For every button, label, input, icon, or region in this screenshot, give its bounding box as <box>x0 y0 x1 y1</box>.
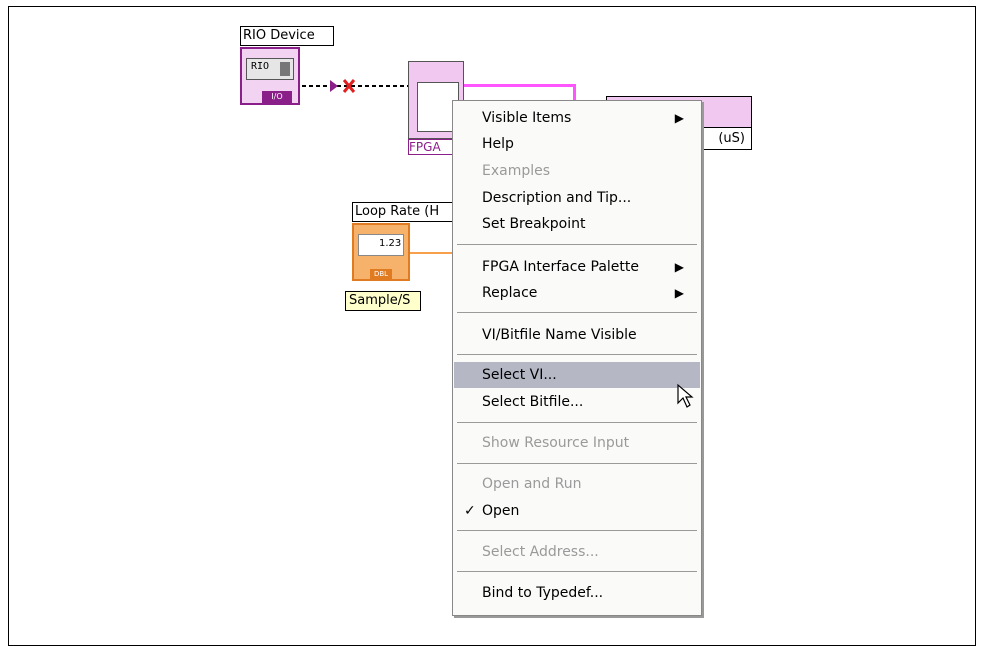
menu-item-label: Open and Run <box>482 476 582 492</box>
wire-arrow-icon <box>330 80 338 92</box>
menu-item-label: Description and Tip... <box>482 190 632 206</box>
menu-item-open[interactable]: ✓ Open <box>454 498 700 524</box>
rio-resource-selector[interactable]: RIO <box>246 58 294 80</box>
rio-control-text: RIO <box>251 61 270 72</box>
menu-item-label: Select VI... <box>482 367 557 383</box>
menu-item-set-breakpoint[interactable]: Set Breakpoint <box>454 211 700 237</box>
menu-item-open-and-run: Open and Run <box>454 471 700 497</box>
menu-item-label: Visible Items <box>482 110 572 126</box>
submenu-arrow-icon: ▶ <box>674 286 684 300</box>
menu-item-label: Replace <box>482 285 538 301</box>
context-menu: Visible Items ▶ Help Examples Descriptio… <box>452 100 702 616</box>
mouse-pointer-icon <box>677 383 694 408</box>
menu-item-select-bitfile[interactable]: Select Bitfile... <box>454 389 700 415</box>
rio-device-label: RIO Device <box>240 26 334 46</box>
menu-item-label: Bind to Typedef... <box>482 585 604 601</box>
menu-item-label: VI/Bitfile Name Visible <box>482 327 637 343</box>
rio-device-control[interactable]: RIO I/O <box>240 47 300 105</box>
menu-item-label: Show Resource Input <box>482 435 630 451</box>
menu-item-label: Set Breakpoint <box>482 216 586 232</box>
menu-item-label: Select Address... <box>482 544 599 560</box>
menu-item-bind-to-typedef[interactable]: Bind to Typedef... <box>454 580 700 606</box>
loop-rate-label: Loop Rate (H <box>352 202 464 222</box>
loop-rate-control[interactable]: 1.23 DBL <box>352 223 410 281</box>
numeric-control[interactable]: 1.23 <box>358 234 404 256</box>
menu-separator <box>457 354 697 355</box>
menu-item-help[interactable]: Help <box>454 131 700 157</box>
menu-item-show-resource-input: Show Resource Input <box>454 430 700 456</box>
menu-item-description-and-tip[interactable]: Description and Tip... <box>454 185 700 211</box>
menu-item-label: Select Bitfile... <box>482 394 584 410</box>
menu-item-label: Open <box>482 503 520 519</box>
menu-item-label: FPGA Interface Palette <box>482 259 639 275</box>
menu-separator <box>457 244 697 245</box>
submenu-arrow-icon: ▶ <box>674 111 684 125</box>
menu-item-label: Help <box>482 136 514 152</box>
menu-item-replace[interactable]: Replace ▶ <box>454 280 700 306</box>
menu-item-visible-items[interactable]: Visible Items ▶ <box>454 105 700 131</box>
menu-item-examples: Examples <box>454 158 700 184</box>
sample-unit-label: Sample/S <box>345 291 421 311</box>
menu-separator <box>457 463 697 464</box>
menu-separator <box>457 571 697 572</box>
broken-wire[interactable] <box>300 76 412 96</box>
io-tag: I/O <box>262 91 292 103</box>
loop-rate-wire[interactable] <box>410 252 454 254</box>
menu-item-select-vi[interactable]: Select VI... <box>454 362 700 388</box>
menu-item-select-address: Select Address... <box>454 539 700 565</box>
menu-separator <box>457 530 697 531</box>
submenu-arrow-icon: ▶ <box>674 260 684 274</box>
menu-separator <box>457 422 697 423</box>
menu-item-vi-bitfile-name-visible[interactable]: VI/Bitfile Name Visible <box>454 322 700 348</box>
dropdown-arrow-icon[interactable] <box>280 62 290 76</box>
check-mark-icon: ✓ <box>464 503 476 519</box>
menu-item-label: Examples <box>482 163 551 179</box>
menu-item-fpga-interface-palette[interactable]: FPGA Interface Palette ▶ <box>454 254 700 280</box>
menu-separator <box>457 312 697 313</box>
dbl-tag: DBL <box>370 269 392 279</box>
